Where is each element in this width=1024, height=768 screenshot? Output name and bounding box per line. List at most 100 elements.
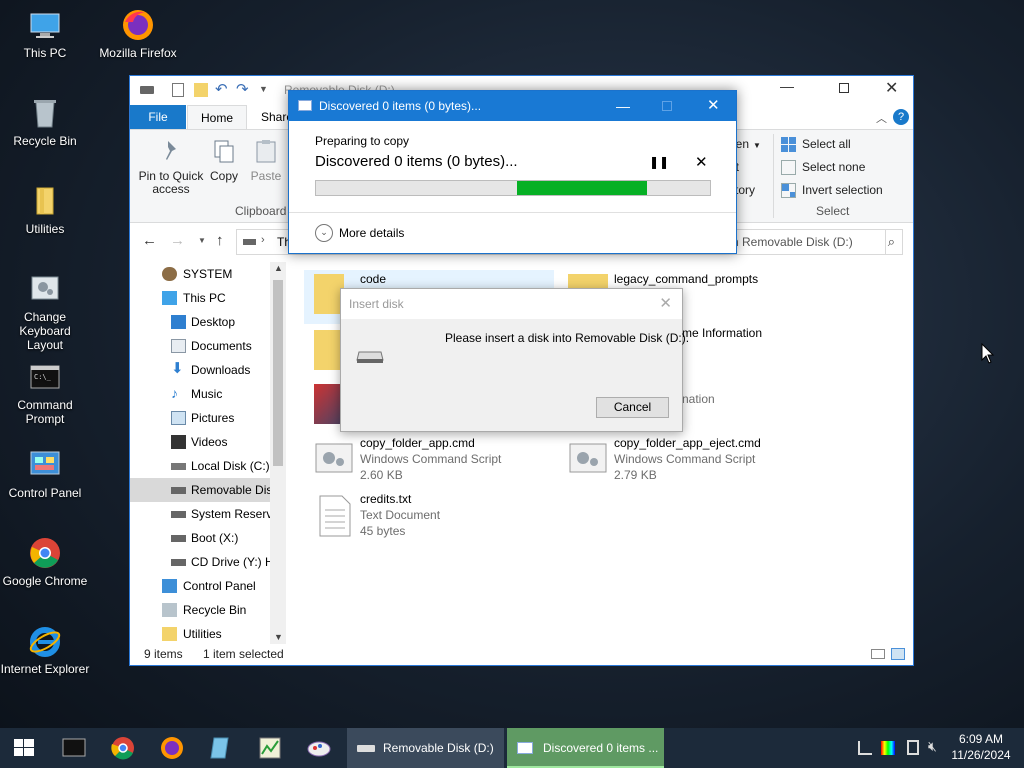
clock-date: 11/26/2024 bbox=[951, 748, 1011, 762]
firefox-icon bbox=[121, 8, 155, 42]
nav-item-removable-disk-d[interactable]: Removable Dis bbox=[130, 478, 286, 502]
nav-item-pictures[interactable]: Pictures bbox=[130, 406, 286, 430]
start-button[interactable] bbox=[0, 728, 48, 768]
properties-icon[interactable] bbox=[172, 83, 184, 97]
scrollbar-thumb[interactable] bbox=[273, 280, 283, 466]
tab-home[interactable]: Home bbox=[187, 105, 248, 129]
desktop-icon-recycle-bin[interactable]: Recycle Bin bbox=[0, 96, 90, 148]
desktop-icon-label: Internet Explorer bbox=[0, 662, 90, 676]
desktop-icon-firefox[interactable]: Mozilla Firefox bbox=[93, 8, 183, 60]
nav-item-this-pc[interactable]: This PC bbox=[130, 286, 286, 310]
back-arrow-icon[interactable]: ← bbox=[142, 232, 157, 249]
user-icon bbox=[162, 267, 177, 281]
color-icon[interactable] bbox=[881, 741, 895, 755]
desktop-icon-this-pc[interactable]: This PC bbox=[0, 8, 90, 60]
nav-item-music[interactable]: ♪ Music bbox=[130, 382, 286, 406]
script-file-icon bbox=[568, 438, 608, 478]
cancel-button[interactable]: Cancel bbox=[596, 397, 669, 418]
close-button[interactable]: ✕ bbox=[707, 91, 720, 121]
taskbar-task-copy-dialog[interactable]: Discovered 0 items ... bbox=[507, 728, 664, 768]
nav-item-local-disk-c[interactable]: Local Disk (C:) bbox=[130, 454, 286, 478]
desktop-icon-utilities[interactable]: Utilities bbox=[0, 184, 90, 236]
details-view-icon[interactable] bbox=[871, 649, 885, 659]
drive-icon bbox=[171, 487, 186, 494]
nav-item-control-panel[interactable]: Control Panel bbox=[130, 574, 286, 598]
file-item-copy-folder-app-cmd[interactable]: copy_folder_app.cmd Windows Command Scri… bbox=[304, 434, 554, 482]
chevron-up-icon[interactable]: ▲ bbox=[274, 263, 283, 273]
chevron-down-icon[interactable]: ▼ bbox=[274, 632, 283, 642]
desktop-icon-command-prompt[interactable]: C:\_ Command Prompt bbox=[0, 360, 90, 426]
select-all-button[interactable]: Select all bbox=[781, 134, 851, 154]
nav-item-downloads[interactable]: ⬇ Downloads bbox=[130, 358, 286, 382]
search-input[interactable]: h Removable Disk (D:) ⌕ bbox=[725, 229, 903, 255]
desktop-icon-internet-explorer[interactable]: Internet Explorer bbox=[0, 624, 90, 676]
more-details-button[interactable]: ⌄ More details bbox=[315, 223, 404, 243]
minimize-button[interactable]: — bbox=[780, 78, 794, 94]
expand-ribbon-icon[interactable]: ︿ bbox=[876, 110, 887, 126]
copy-button[interactable]: Copy bbox=[208, 138, 240, 183]
taskbar-paint[interactable] bbox=[295, 728, 343, 768]
redo-icon[interactable]: ↷ bbox=[236, 80, 249, 98]
taskbar-task-manager[interactable] bbox=[246, 728, 294, 768]
forward-arrow-icon[interactable]: → bbox=[170, 232, 185, 249]
close-button[interactable]: ✕ bbox=[659, 289, 672, 319]
text-file-icon bbox=[314, 494, 354, 537]
clock[interactable]: 6:09 AM 11/26/2024 bbox=[948, 731, 1014, 763]
desktop-icon-label: Utilities bbox=[25, 222, 65, 236]
taskbar-chrome[interactable] bbox=[99, 728, 147, 768]
pin-to-quick-access-button[interactable]: Pin to Quick access bbox=[136, 138, 206, 196]
copy-dialog-app-icon bbox=[517, 742, 533, 754]
nav-item-videos[interactable]: Videos bbox=[130, 430, 286, 454]
chevron-down-icon[interactable]: ▼ bbox=[259, 84, 268, 94]
terminal-icon: C:\_ bbox=[28, 360, 62, 394]
nav-item-boot-x[interactable]: Boot (X:) bbox=[130, 526, 286, 550]
undo-icon[interactable]: ↶ bbox=[215, 80, 228, 98]
network-icon[interactable] bbox=[858, 741, 872, 755]
recent-locations-icon[interactable]: ▼ bbox=[198, 236, 206, 245]
new-folder-icon[interactable] bbox=[194, 83, 208, 97]
minimize-button[interactable]: — bbox=[616, 91, 630, 121]
large-icons-view-icon[interactable] bbox=[891, 648, 905, 660]
insert-dialog-titlebar[interactable]: Insert disk ✕ bbox=[341, 289, 682, 319]
firefox-icon bbox=[161, 737, 183, 759]
file-item-credits-txt[interactable]: credits.txt Text Document 45 bytes bbox=[304, 490, 554, 538]
control-panel-icon bbox=[28, 448, 62, 482]
drive-icon bbox=[171, 511, 186, 518]
nav-item-system[interactable]: SYSTEM bbox=[130, 262, 286, 286]
copy-dialog-titlebar[interactable]: Discovered 0 items (0 bytes)... — ✕ bbox=[289, 91, 736, 121]
search-icon: ⌕ bbox=[887, 234, 895, 249]
invert-selection-button[interactable]: Invert selection bbox=[781, 180, 883, 200]
taskbar-command-prompt[interactable] bbox=[50, 728, 98, 768]
taskbar-notepad[interactable] bbox=[197, 728, 245, 768]
paste-button[interactable]: Paste bbox=[248, 138, 284, 183]
paint-icon bbox=[307, 741, 331, 757]
drive-icon bbox=[355, 348, 385, 367]
desktop-icon-keyboard-layout[interactable]: Change Keyboard Layout bbox=[0, 272, 90, 352]
desktop-icon bbox=[171, 315, 186, 329]
help-icon[interactable]: ? bbox=[893, 109, 909, 125]
desktop-icon-control-panel[interactable]: Control Panel bbox=[0, 448, 90, 500]
pause-button[interactable]: ❚❚ bbox=[649, 155, 669, 169]
desktop-icon-label: Command Prompt bbox=[17, 398, 73, 426]
nav-item-system-reserved[interactable]: System Reserve bbox=[130, 502, 286, 526]
nav-item-recycle-bin[interactable]: Recycle Bin bbox=[130, 598, 286, 622]
nav-item-desktop[interactable]: Desktop bbox=[130, 310, 286, 334]
desktop-icon-chrome[interactable]: Google Chrome bbox=[0, 536, 90, 588]
cancel-copy-button[interactable]: ✕ bbox=[695, 153, 708, 171]
volume-muted-icon[interactable]: 🔇︎ bbox=[928, 738, 937, 755]
up-arrow-icon[interactable]: ↑ bbox=[216, 232, 224, 249]
dialog-divider bbox=[289, 212, 736, 213]
taskbar-firefox[interactable] bbox=[148, 728, 196, 768]
clipboard-icon[interactable] bbox=[907, 740, 919, 755]
maximize-button[interactable] bbox=[839, 83, 849, 93]
nav-item-documents[interactable]: Documents bbox=[130, 334, 286, 358]
insert-disk-dialog: Insert disk ✕ Please insert a disk into … bbox=[340, 288, 689, 432]
select-none-button[interactable]: Select none bbox=[781, 157, 865, 177]
nav-item-cd-drive-y[interactable]: CD Drive (Y:) H bbox=[130, 550, 286, 574]
close-button[interactable]: ✕ bbox=[885, 78, 898, 98]
taskbar-task-removable-disk[interactable]: Removable Disk (D:) bbox=[347, 728, 504, 768]
nav-pane-scrollbar[interactable]: ▲ ▼ bbox=[270, 262, 286, 644]
taskbar: Removable Disk (D:) Discovered 0 items .… bbox=[0, 728, 1024, 768]
navigation-pane: SYSTEM This PC Desktop Documents ⬇ Downlo… bbox=[130, 262, 286, 644]
file-item-copy-folder-app-eject-cmd[interactable]: copy_folder_app_eject.cmd Windows Comman… bbox=[558, 434, 808, 482]
